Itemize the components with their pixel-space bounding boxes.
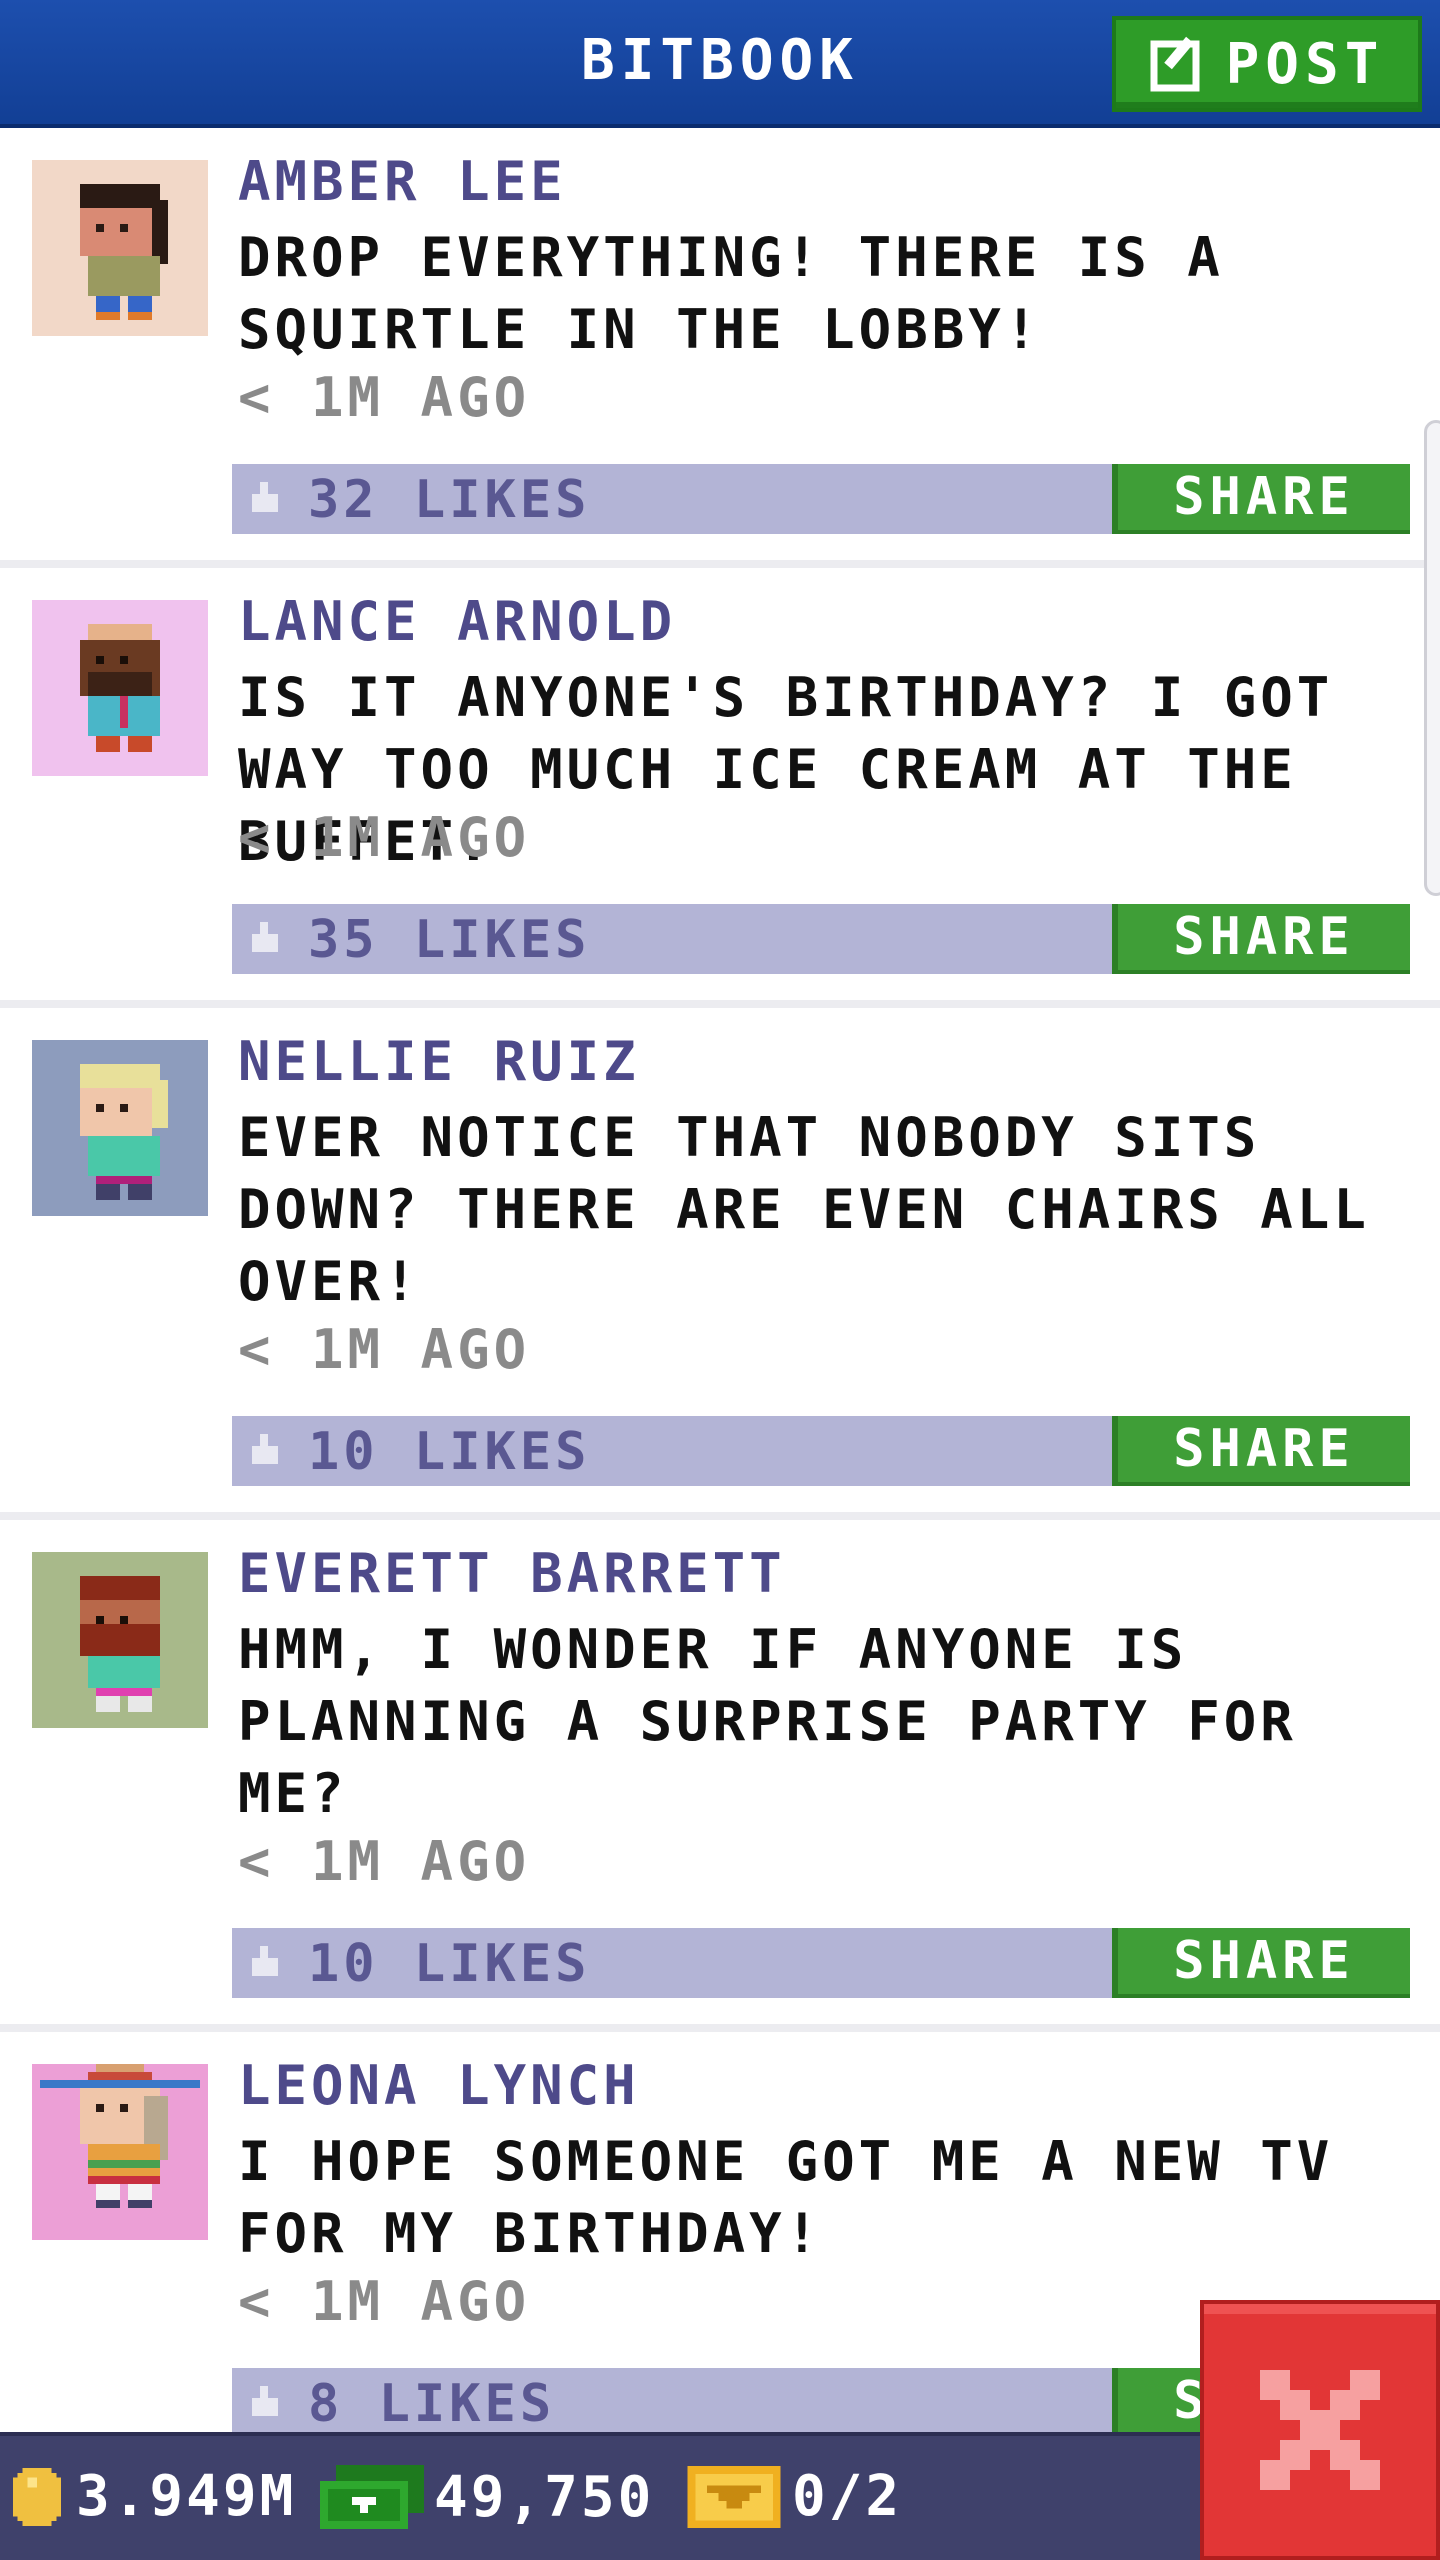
avatar[interactable] — [32, 2064, 208, 2240]
avatar[interactable] — [32, 1040, 208, 1216]
post-time: < 1M AGO — [238, 366, 531, 429]
avatar[interactable] — [32, 1552, 208, 1728]
post-time: < 1M AGO — [238, 1318, 531, 1381]
feed-post: AMBER LEE DROP EVERYTHING! THERE IS A SQ… — [0, 132, 1440, 572]
scrollbar-handle[interactable] — [1424, 420, 1440, 896]
post-divider — [0, 2024, 1440, 2032]
feed-post: EVERETT BARRETT HMM, I WONDER IF ANYONE … — [0, 1524, 1440, 2036]
close-button[interactable] — [1200, 2300, 1440, 2560]
avatar[interactable] — [32, 600, 208, 776]
avatar[interactable] — [32, 160, 208, 336]
bux-value: 49,750 — [434, 2464, 655, 2530]
tickets-value: 0/2 — [792, 2464, 903, 2529]
post-button-label: POST — [1225, 31, 1385, 97]
author-name[interactable]: LEONA LYNCH — [238, 2054, 640, 2117]
post-message: DROP EVERYTHING! THERE IS A SQUIRTLE IN … — [238, 226, 1224, 361]
close-icon — [1260, 2370, 1380, 2490]
post-message: I HOPE SOMEONE GOT ME A NEW TV FOR MY BI… — [238, 2130, 1334, 2265]
likes-count: 32 LIKES — [308, 470, 591, 530]
share-button[interactable]: SHARE — [1112, 1416, 1410, 1486]
author-name[interactable]: LANCE ARNOLD — [238, 590, 676, 653]
feed-post: LANCE ARNOLD IS IT ANYONE'S BIRTHDAY? I … — [0, 572, 1440, 1012]
author-name[interactable]: NELLIE RUIZ — [238, 1030, 640, 1093]
feed-list[interactable]: AMBER LEE DROP EVERYTHING! THERE IS A SQ… — [0, 132, 1440, 2432]
post-divider — [0, 560, 1440, 568]
likes-count: 10 LIKES — [308, 1934, 591, 1994]
post-time: < 1M AGO — [238, 1830, 531, 1893]
thumbs-up-icon[interactable] — [248, 1434, 282, 1468]
bux-icon — [320, 2465, 424, 2529]
author-name[interactable]: EVERETT BARRETT — [238, 1542, 786, 1605]
share-button[interactable]: SHARE — [1112, 464, 1410, 534]
thumbs-up-icon[interactable] — [248, 922, 282, 956]
likes-count: 10 LIKES — [308, 1422, 591, 1482]
author-name[interactable]: AMBER LEE — [238, 150, 567, 213]
post-message: EVER NOTICE THAT NOBODY SITS DOWN? THERE… — [238, 1106, 1370, 1313]
coins-stat: 3.949M — [8, 2464, 296, 2529]
post-time: < 1M AGO — [238, 2270, 531, 2333]
ticket-icon — [687, 2465, 781, 2528]
app-header: BITBOOK POST — [0, 0, 1440, 128]
coins-value: 3.949M — [76, 2464, 297, 2529]
post-divider — [0, 1000, 1440, 1008]
share-button[interactable]: SHARE — [1112, 904, 1410, 974]
feed-post: NELLIE RUIZ EVER NOTICE THAT NOBODY SITS… — [0, 1012, 1440, 1524]
post-message: HMM, I WONDER IF ANYONE IS PLANNING A SU… — [238, 1618, 1297, 1825]
tickets-stat: 0/2 — [686, 2464, 902, 2529]
post-divider — [0, 1512, 1440, 1520]
likes-count: 35 LIKES — [308, 910, 591, 970]
edit-icon — [1150, 36, 1200, 92]
thumbs-up-icon[interactable] — [248, 2386, 282, 2420]
thumbs-up-icon[interactable] — [248, 1946, 282, 1980]
bux-stat: 49,750 — [320, 2464, 654, 2530]
share-button[interactable]: SHARE — [1112, 1928, 1410, 1998]
coin-icon — [12, 2467, 62, 2526]
post-time: < 1M AGO — [238, 806, 531, 869]
post-button[interactable]: POST — [1112, 16, 1422, 112]
likes-count: 8 LIKES — [308, 2374, 556, 2432]
thumbs-up-icon[interactable] — [248, 482, 282, 516]
